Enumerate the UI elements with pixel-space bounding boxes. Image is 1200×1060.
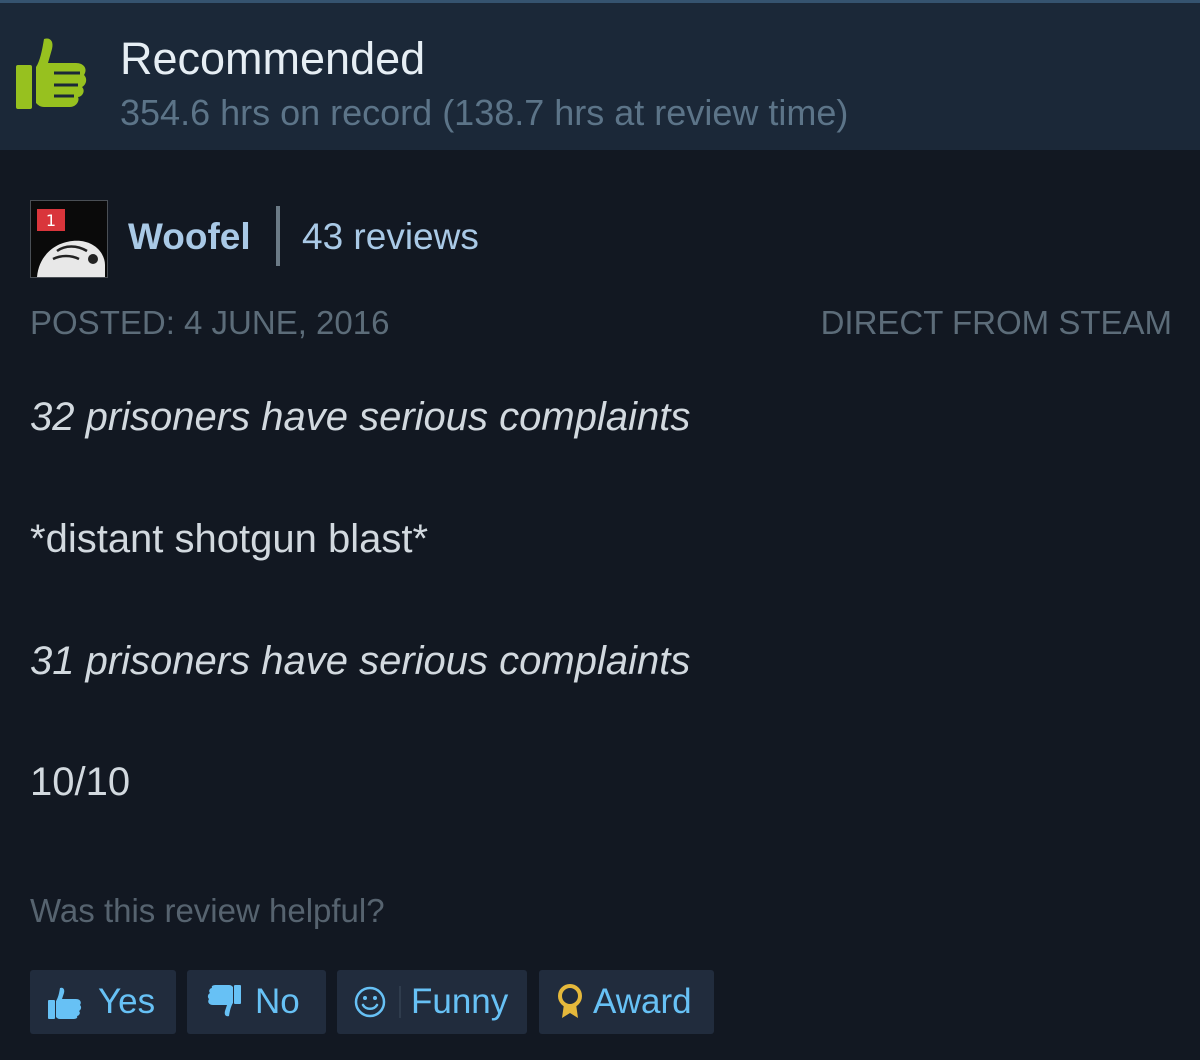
posted-date: POSTED: 4 JUNE, 2016 — [30, 304, 390, 341]
vote-funny-button[interactable]: Funny — [337, 970, 527, 1034]
verdict-title: Recommended — [120, 33, 426, 84]
review-source: DIRECT FROM STEAM — [820, 304, 1172, 341]
thumbs-down-icon — [203, 984, 243, 1020]
vote-yes-button[interactable]: Yes — [30, 970, 176, 1034]
vote-no-label: No — [255, 982, 300, 1021]
award-icon — [555, 982, 585, 1022]
smiley-icon — [353, 985, 387, 1019]
author-review-count[interactable]: 43 reviews — [302, 214, 479, 260]
hours-on-record: 354.6 hrs on record (138.7 hrs at review… — [120, 92, 849, 133]
vote-funny-label: Funny — [411, 982, 509, 1021]
award-button[interactable]: Award — [539, 970, 714, 1034]
vote-no-button[interactable]: No — [187, 970, 326, 1034]
helpful-question: Was this review helpful? — [30, 892, 385, 929]
review-line-3: 31 prisoners have serious complaints — [30, 639, 691, 683]
avatar-image: 1 — [31, 201, 107, 277]
avatar[interactable]: 1 — [30, 200, 108, 278]
review-header[interactable]: Recommended 354.6 hrs on record (138.7 h… — [0, 0, 1200, 150]
author-divider — [276, 206, 280, 266]
author-name[interactable]: Woofel — [128, 214, 251, 260]
avatar-badge: 1 — [46, 211, 56, 230]
award-label: Award — [593, 982, 692, 1021]
thumbs-up-icon — [16, 38, 87, 109]
thumbs-up-icon — [46, 984, 86, 1020]
review-page: Recommended 354.6 hrs on record (138.7 h… — [0, 0, 1200, 1060]
vote-yes-label: Yes — [98, 982, 156, 1021]
review-line-2: *distant shotgun blast* — [30, 517, 429, 561]
review-line-4: 10/10 — [30, 760, 131, 804]
funny-separator — [399, 986, 401, 1018]
review-line-1: 32 prisoners have serious complaints — [30, 395, 691, 439]
